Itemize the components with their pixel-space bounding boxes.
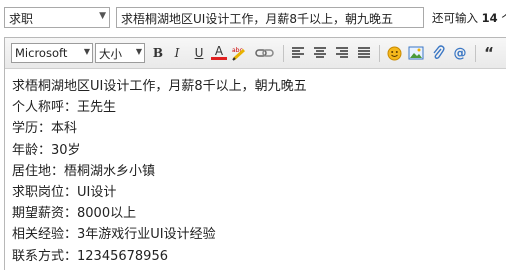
bold-button[interactable]: B [150,45,166,61]
content-line: 居住地：梧桐湖水乡小镇 [12,163,156,179]
remaining-prefix: 还可输入 [432,11,478,25]
link-icon [255,49,274,57]
underline-button[interactable]: U [191,45,207,61]
rich-text-editor: Microsoft ▼ 大小 ▼ B I U A abc @ “ 求梧桐湖地区U… [4,37,506,270]
title-input[interactable]: 求梧桐湖地区UI设计工作，月薪8千以上，朝九晚五 [116,7,424,28]
content-line: 年龄：30岁 [12,142,81,158]
quote-button[interactable]: “ [481,44,497,62]
spell-check-icon: abc [232,47,246,61]
image-button[interactable] [408,45,424,61]
justify-icon [358,47,370,58]
align-center-icon [314,47,326,58]
post-header: 求职 ▼ 求梧桐湖地区UI设计工作，月薪8千以上，朝九晚五 还可输入 14 个 [0,0,506,34]
remaining-counter: 还可输入 14 个 [432,10,506,26]
content-line: 个人称呼：王先生 [12,100,117,116]
font-family-value: Microsoft [15,46,68,60]
align-right-button[interactable] [334,45,350,61]
category-select[interactable]: 求职 ▼ [4,7,110,28]
italic-button[interactable]: I [169,45,185,61]
align-left-icon [292,47,304,58]
attachment-button[interactable] [430,45,446,61]
spell-check-button[interactable]: abc [231,45,247,61]
link-button[interactable] [255,45,275,61]
category-value: 求职 [9,12,34,26]
font-color-button[interactable]: A [211,44,227,60]
paperclip-icon [433,45,445,60]
emoji-button[interactable] [386,45,402,61]
at-icon: @ [453,45,467,61]
content-line: 联系方式：12345678956 [12,248,168,264]
toolbar-separator [379,45,380,62]
toolbar-separator [475,45,476,62]
font-family-select[interactable]: Microsoft ▼ [11,43,93,63]
content-line: 求职岗位：UI设计 [12,185,117,201]
font-size-value: 大小 [99,47,122,61]
editor-toolbar: Microsoft ▼ 大小 ▼ B I U A abc @ “ [5,38,506,69]
mention-button[interactable]: @ [452,45,468,61]
justify-button[interactable] [356,45,372,61]
content-line: 期望薪资：8000以上 [12,206,137,222]
align-center-button[interactable] [312,45,328,61]
editor-content[interactable]: 求梧桐湖地区UI设计工作，月薪8千以上，朝九晚五 个人称呼：王先生 学历：本科 … [12,76,506,267]
remaining-suffix: 个 [501,11,506,25]
chevron-down-icon: ▼ [99,11,106,21]
chevron-down-icon: ▼ [83,47,90,56]
image-icon [408,46,424,60]
align-left-button[interactable] [290,45,306,61]
chevron-down-icon: ▼ [135,47,142,56]
content-line: 学历：本科 [12,121,78,137]
remaining-count: 14 [481,11,498,25]
toolbar-separator [283,45,284,62]
align-right-icon [336,47,348,58]
smiley-icon [387,46,401,60]
font-size-select[interactable]: 大小 ▼ [95,43,145,63]
content-line: 相关经验：3年游戏行业UI设计经验 [12,227,216,243]
content-line: 求梧桐湖地区UI设计工作，月薪8千以上，朝九晚五 [12,79,307,94]
